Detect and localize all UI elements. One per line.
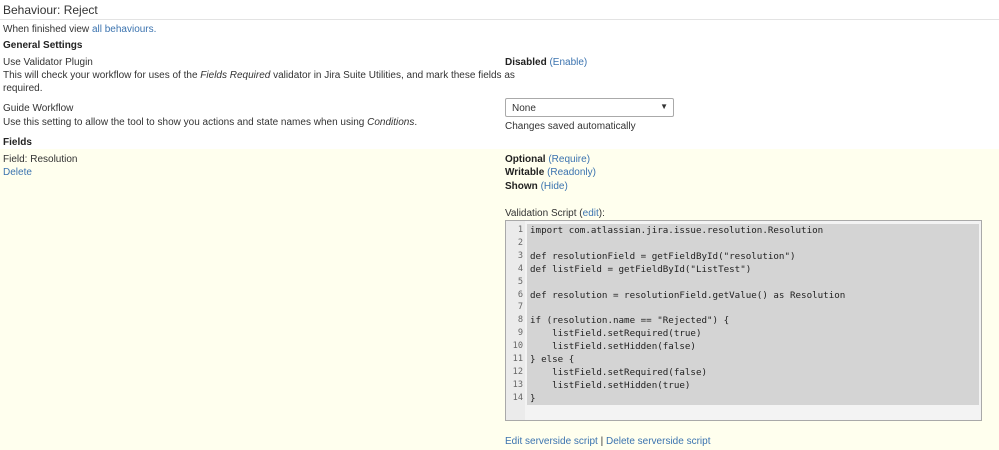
intro-text: When finished view bbox=[3, 24, 92, 35]
line-number: 11 bbox=[512, 354, 523, 364]
line-number: 1 bbox=[517, 225, 523, 235]
code-line: 6 def resolution = resolutionField.getVal… bbox=[506, 288, 981, 302]
page-title: Behaviour: Reject bbox=[3, 3, 98, 17]
code-text: def resolution = resolutionField.getValu… bbox=[527, 288, 979, 302]
validator-description: This will check your workflow for uses o… bbox=[3, 70, 515, 81]
code-text: listField.setHidden(false) bbox=[527, 340, 979, 354]
edit-script-link[interactable]: edit bbox=[583, 208, 599, 219]
shown-status: Shown bbox=[505, 181, 538, 192]
code-text bbox=[527, 275, 979, 289]
code-text: def listField = getFieldById("ListTest") bbox=[527, 262, 979, 276]
script-label-end: ): bbox=[598, 208, 605, 219]
line-number: 9 bbox=[517, 328, 523, 339]
chevron-down-icon: ▼ bbox=[660, 102, 668, 111]
serverside-links: Edit serverside script | Delete serversi… bbox=[505, 436, 710, 447]
guide-label: Guide Workflow bbox=[3, 103, 74, 114]
code-line: 2 bbox=[506, 236, 981, 250]
code-line: 5 bbox=[506, 275, 981, 289]
line-number: 2 bbox=[517, 237, 523, 248]
code-line: 14} bbox=[506, 391, 981, 405]
line-number: 8 bbox=[517, 315, 523, 326]
delete-field-link[interactable]: Delete bbox=[3, 167, 32, 178]
code-line: 11 } else { bbox=[506, 353, 981, 366]
all-behaviours-link[interactable]: all behaviours. bbox=[92, 24, 156, 35]
code-editor[interactable]: 1 import com.atlassian.jira.issue.resolut… bbox=[505, 220, 982, 421]
validator-label: Use Validator Plugin bbox=[3, 57, 93, 68]
general-settings-heading: General Settings bbox=[3, 40, 83, 51]
line-number: 6 bbox=[517, 289, 523, 300]
code-line: 10 listField.setHidden(false) bbox=[506, 340, 981, 354]
readonly-link[interactable]: (Readonly) bbox=[547, 167, 596, 178]
shown-row: Shown (Hide) bbox=[505, 181, 568, 192]
fields-heading: Fields bbox=[3, 137, 32, 148]
line-number: 4 bbox=[517, 263, 523, 274]
code-line: 4 def listField = getFieldById("ListTest"… bbox=[506, 262, 981, 276]
line-number: 10 bbox=[512, 341, 523, 352]
code-text bbox=[527, 301, 979, 315]
saved-note: Changes saved automatically bbox=[505, 121, 636, 132]
guide-workflow-select[interactable]: None ▼ bbox=[505, 98, 674, 117]
code-line: 7 bbox=[506, 301, 981, 315]
code-text: if (resolution.name == "Rejected") { bbox=[527, 314, 979, 328]
code-line: 13 listField.setHidden(true) bbox=[506, 378, 981, 392]
code-text: listField.setRequired(false) bbox=[527, 365, 979, 379]
line-number: 13 bbox=[512, 379, 523, 390]
enable-validator-link[interactable]: (Enable) bbox=[549, 57, 587, 68]
validator-desc-line2: required. bbox=[3, 83, 43, 94]
code-text: def resolutionField = getFieldById("reso… bbox=[527, 249, 979, 263]
intro-line: When finished view all behaviours. bbox=[3, 24, 156, 35]
guide-desc-em: Conditions bbox=[367, 117, 415, 128]
guide-desc-pre: Use this setting to allow the tool to sh… bbox=[3, 117, 368, 128]
line-number: 14 bbox=[512, 392, 523, 403]
delete-serverside-script-link[interactable]: Delete serverside script bbox=[606, 436, 710, 447]
code-line: 8 if (resolution.name == "Rejected") { bbox=[506, 314, 981, 328]
code-text: import com.atlassian.jira.issue.resoluti… bbox=[527, 224, 979, 237]
link-separator: | bbox=[600, 436, 604, 447]
code-text: } bbox=[527, 391, 979, 405]
title-bar: Behaviour: Reject bbox=[0, 0, 999, 20]
edit-serverside-script-link[interactable]: Edit serverside script bbox=[505, 436, 598, 447]
code-line: 3 def resolutionField = getFieldById("res… bbox=[506, 249, 981, 263]
line-number: 12 bbox=[512, 366, 523, 377]
code-text: listField.setHidden(true) bbox=[527, 378, 979, 392]
guide-select-value: None bbox=[512, 103, 536, 114]
guide-description: Use this setting to allow the tool to sh… bbox=[3, 117, 417, 128]
validator-status-text: Disabled bbox=[505, 57, 547, 68]
require-link[interactable]: (Require) bbox=[548, 154, 590, 165]
code-line: 1 import com.atlassian.jira.issue.resolut… bbox=[506, 224, 981, 237]
field-name: Field: Resolution bbox=[3, 154, 78, 165]
code-line: 12 listField.setRequired(false) bbox=[506, 365, 981, 379]
validator-desc-pre: This will check your workflow for uses o… bbox=[3, 70, 201, 81]
code-text: } else { bbox=[527, 353, 979, 366]
validator-desc-post: validator in Jira Suite Utilities, and m… bbox=[270, 70, 515, 81]
hide-link[interactable]: (Hide) bbox=[541, 181, 568, 192]
line-number: 3 bbox=[517, 250, 523, 261]
validator-status: Disabled (Enable) bbox=[505, 57, 587, 68]
line-number: 5 bbox=[517, 276, 523, 287]
code-text: listField.setRequired(true) bbox=[527, 327, 979, 341]
code-line: 9 listField.setRequired(true) bbox=[506, 327, 981, 341]
writable-row: Writable (Readonly) bbox=[505, 167, 596, 178]
validation-script-label: Validation Script (edit): bbox=[505, 208, 605, 219]
script-label-text: Validation Script ( bbox=[505, 208, 583, 219]
optional-status: Optional bbox=[505, 154, 546, 165]
line-number: 7 bbox=[517, 302, 523, 313]
guide-desc-post: . bbox=[414, 117, 418, 128]
writable-status: Writable bbox=[505, 167, 545, 178]
optional-row: Optional (Require) bbox=[505, 154, 590, 165]
validator-desc-em: Fields Required bbox=[200, 70, 271, 81]
code-text bbox=[527, 236, 979, 250]
